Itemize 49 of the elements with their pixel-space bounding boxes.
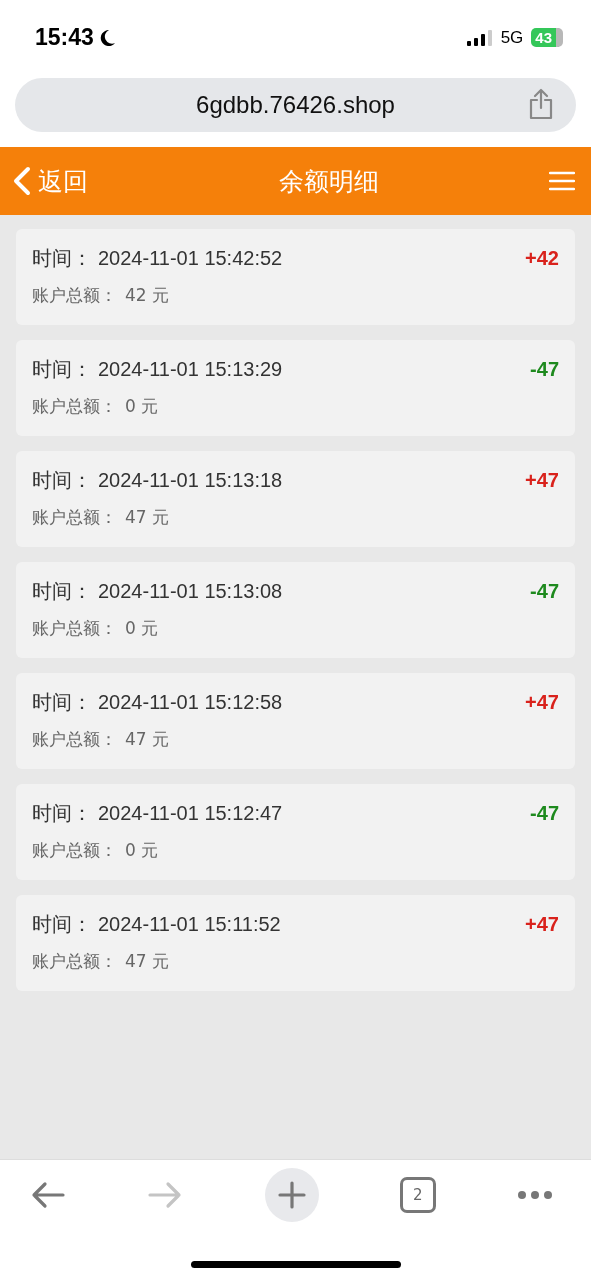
amount-value: +47 — [525, 469, 559, 492]
time-value: 2024-11-01 15:13:29 — [98, 358, 283, 381]
time-label: 时间： — [32, 911, 92, 938]
more-icon[interactable] — [517, 1190, 553, 1200]
time-label: 时间： — [32, 356, 92, 383]
balance-label: 账户总额： — [32, 284, 117, 307]
menu-icon[interactable] — [549, 170, 575, 192]
time-value: 2024-11-01 15:13:18 — [98, 469, 283, 492]
back-arrow-icon[interactable] — [30, 1180, 66, 1210]
time-value: 2024-11-01 15:12:47 — [98, 802, 283, 825]
time-label: 时间： — [32, 467, 92, 494]
new-tab-button[interactable] — [264, 1168, 319, 1222]
balance-label: 账户总额： — [32, 950, 117, 973]
amount-value: -47 — [530, 358, 559, 381]
time-label: 时间： — [32, 689, 92, 716]
time-label: 时间： — [32, 578, 92, 605]
time-value: 2024-11-01 15:13:08 — [98, 580, 283, 603]
amount-value: +47 — [525, 913, 559, 936]
balance-label: 账户总额： — [32, 395, 117, 418]
balance-value: 47 元 — [125, 950, 170, 973]
amount-value: -47 — [530, 802, 559, 825]
clock-time: 15:43 — [35, 24, 94, 51]
address-bar[interactable]: 6gdbb.76426.shop — [15, 78, 576, 132]
signal-icon — [466, 29, 493, 46]
time-label: 时间： — [32, 800, 92, 827]
balance-label: 账户总额： — [32, 506, 117, 529]
balance-label: 账户总额： — [32, 728, 117, 751]
time-label: 时间： — [32, 245, 92, 272]
chevron-left-icon — [12, 166, 32, 196]
amount-value: +42 — [525, 247, 559, 270]
balance-label: 账户总额： — [32, 617, 117, 640]
page-title: 余额明细 — [278, 165, 379, 198]
balance-value: 42 元 — [125, 284, 170, 307]
time-value: 2024-11-01 15:11:52 — [98, 913, 281, 936]
time-value: 2024-11-01 15:12:58 — [98, 691, 283, 714]
time-value: 2024-11-01 15:42:52 — [98, 247, 283, 270]
balance-value: 0 元 — [125, 395, 159, 418]
share-icon[interactable] — [528, 88, 554, 120]
balance-value: 47 元 — [125, 728, 170, 751]
balance-value: 0 元 — [125, 839, 159, 862]
plus-icon — [277, 1181, 306, 1209]
balance-value: 0 元 — [125, 617, 159, 640]
balance-value: 47 元 — [125, 506, 170, 529]
battery-indicator: 43 — [531, 28, 563, 47]
balance-label: 账户总额： — [32, 839, 117, 862]
tab-count-button[interactable]: 2 — [399, 1177, 436, 1213]
amount-value: +47 — [525, 691, 559, 714]
amount-value: -47 — [530, 580, 559, 603]
network-label: 5G — [500, 27, 524, 48]
